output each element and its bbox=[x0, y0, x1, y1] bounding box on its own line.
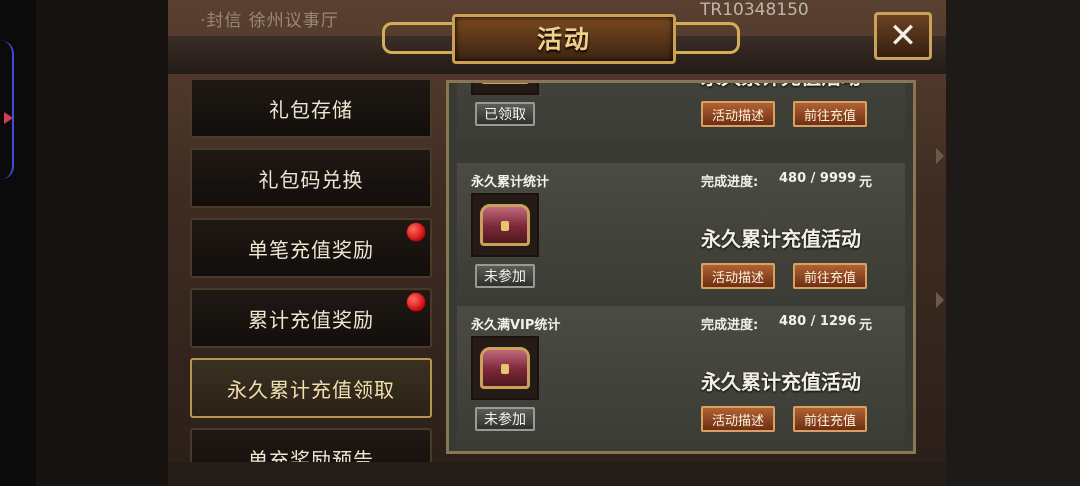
scroll-right-icon bbox=[936, 292, 944, 308]
progress-unit: 元 bbox=[859, 318, 873, 333]
nav-item-label: 单笔充值奖励 bbox=[248, 237, 374, 262]
nav-item-label: 礼包码兑换 bbox=[258, 167, 364, 192]
activity-description-button[interactable]: 活动描述 bbox=[701, 101, 775, 127]
scroll-right-icon bbox=[936, 148, 944, 164]
activity-name: 永久累计充值活动 bbox=[701, 370, 861, 394]
go-recharge-button[interactable]: 前往充值 bbox=[793, 263, 867, 289]
background-location-text: ·封信 徐州议事厅 bbox=[200, 11, 339, 31]
close-x-icon: ✕ bbox=[888, 16, 918, 56]
progress-value: 480 / 9999 bbox=[779, 171, 857, 186]
activity-card: 永久累计统计 完成进度: 480 / 9999 元 未参加 永久累计充值活动 活… bbox=[457, 163, 905, 303]
right-screen-edge bbox=[946, 0, 1080, 486]
edge-arrow-icon[interactable] bbox=[4, 112, 13, 124]
activity-nav-list[interactable]: 礼包存储 礼包码兑换 单笔充值奖励 累计充值奖励 永久累计充值领取 单充奖励预告 bbox=[186, 74, 436, 462]
nav-item-cumulative-recharge[interactable]: 累计充值奖励 bbox=[190, 288, 432, 348]
treasure-chest-icon bbox=[480, 83, 530, 84]
nav-item-recharge-preview[interactable]: 单充奖励预告 bbox=[190, 428, 432, 462]
activity-card: 永久满VIP统计 完成进度: 480 / 1296 元 未参加 永久累计充值活动… bbox=[457, 306, 905, 446]
nav-item-permanent-cumulative[interactable]: 永久累计充值领取 bbox=[190, 358, 432, 418]
notification-dot-icon bbox=[406, 292, 426, 312]
activity-description-button[interactable]: 活动描述 bbox=[701, 406, 775, 432]
card-title: 永久累计统计 bbox=[471, 175, 550, 190]
notification-dot-icon bbox=[406, 222, 426, 242]
nav-item-gift-code[interactable]: 礼包码兑换 bbox=[190, 148, 432, 208]
edge-glow bbox=[0, 40, 14, 180]
go-recharge-button[interactable]: 前往充值 bbox=[793, 406, 867, 432]
status-not-joined-button[interactable]: 未参加 bbox=[475, 407, 535, 431]
nav-item-label: 永久累计充值领取 bbox=[227, 377, 395, 402]
activity-name: 永久累计充值活动 bbox=[701, 227, 861, 251]
status-not-joined-button[interactable]: 未参加 bbox=[475, 264, 535, 288]
nav-item-single-recharge[interactable]: 单笔充值奖励 bbox=[190, 218, 432, 278]
reward-chest-slot[interactable] bbox=[471, 336, 539, 400]
dialog-title: 活动 bbox=[536, 25, 591, 54]
activity-name: 永久累计充值活动 bbox=[701, 83, 861, 90]
activity-description-button[interactable]: 活动描述 bbox=[701, 263, 775, 289]
treasure-chest-icon bbox=[480, 347, 530, 389]
left-screen-edge bbox=[0, 0, 36, 486]
progress-value: 480 / 1296 bbox=[779, 314, 857, 329]
card-title: 永久满VIP统计 bbox=[471, 318, 561, 333]
reward-chest-slot[interactable] bbox=[471, 83, 539, 95]
progress-label: 完成进度: bbox=[701, 175, 759, 190]
nav-item-gift-storage[interactable]: 礼包存储 bbox=[190, 78, 432, 138]
nav-item-label: 礼包存储 bbox=[269, 97, 353, 122]
nav-item-label: 单充奖励预告 bbox=[248, 447, 374, 463]
dialog-footer-band bbox=[168, 462, 946, 486]
reward-chest-slot[interactable] bbox=[471, 193, 539, 257]
status-claimed-button[interactable]: 已领取 bbox=[475, 102, 535, 126]
progress-label: 完成进度: bbox=[701, 318, 759, 333]
treasure-chest-icon bbox=[480, 204, 530, 246]
progress-unit: 元 bbox=[859, 175, 873, 190]
go-recharge-button[interactable]: 前往充值 bbox=[793, 101, 867, 127]
nav-item-label: 累计充值奖励 bbox=[248, 307, 374, 332]
dialog-title-plaque: 活动 bbox=[382, 8, 740, 64]
activity-card: 已领取 永久累计充值活动 活动描述 前往充值 bbox=[457, 83, 905, 141]
activity-card-list[interactable]: 已领取 永久累计充值活动 活动描述 前往充值 永久累计统计 完成进度: 480 … bbox=[446, 80, 916, 454]
close-button[interactable]: ✕ bbox=[874, 12, 932, 60]
